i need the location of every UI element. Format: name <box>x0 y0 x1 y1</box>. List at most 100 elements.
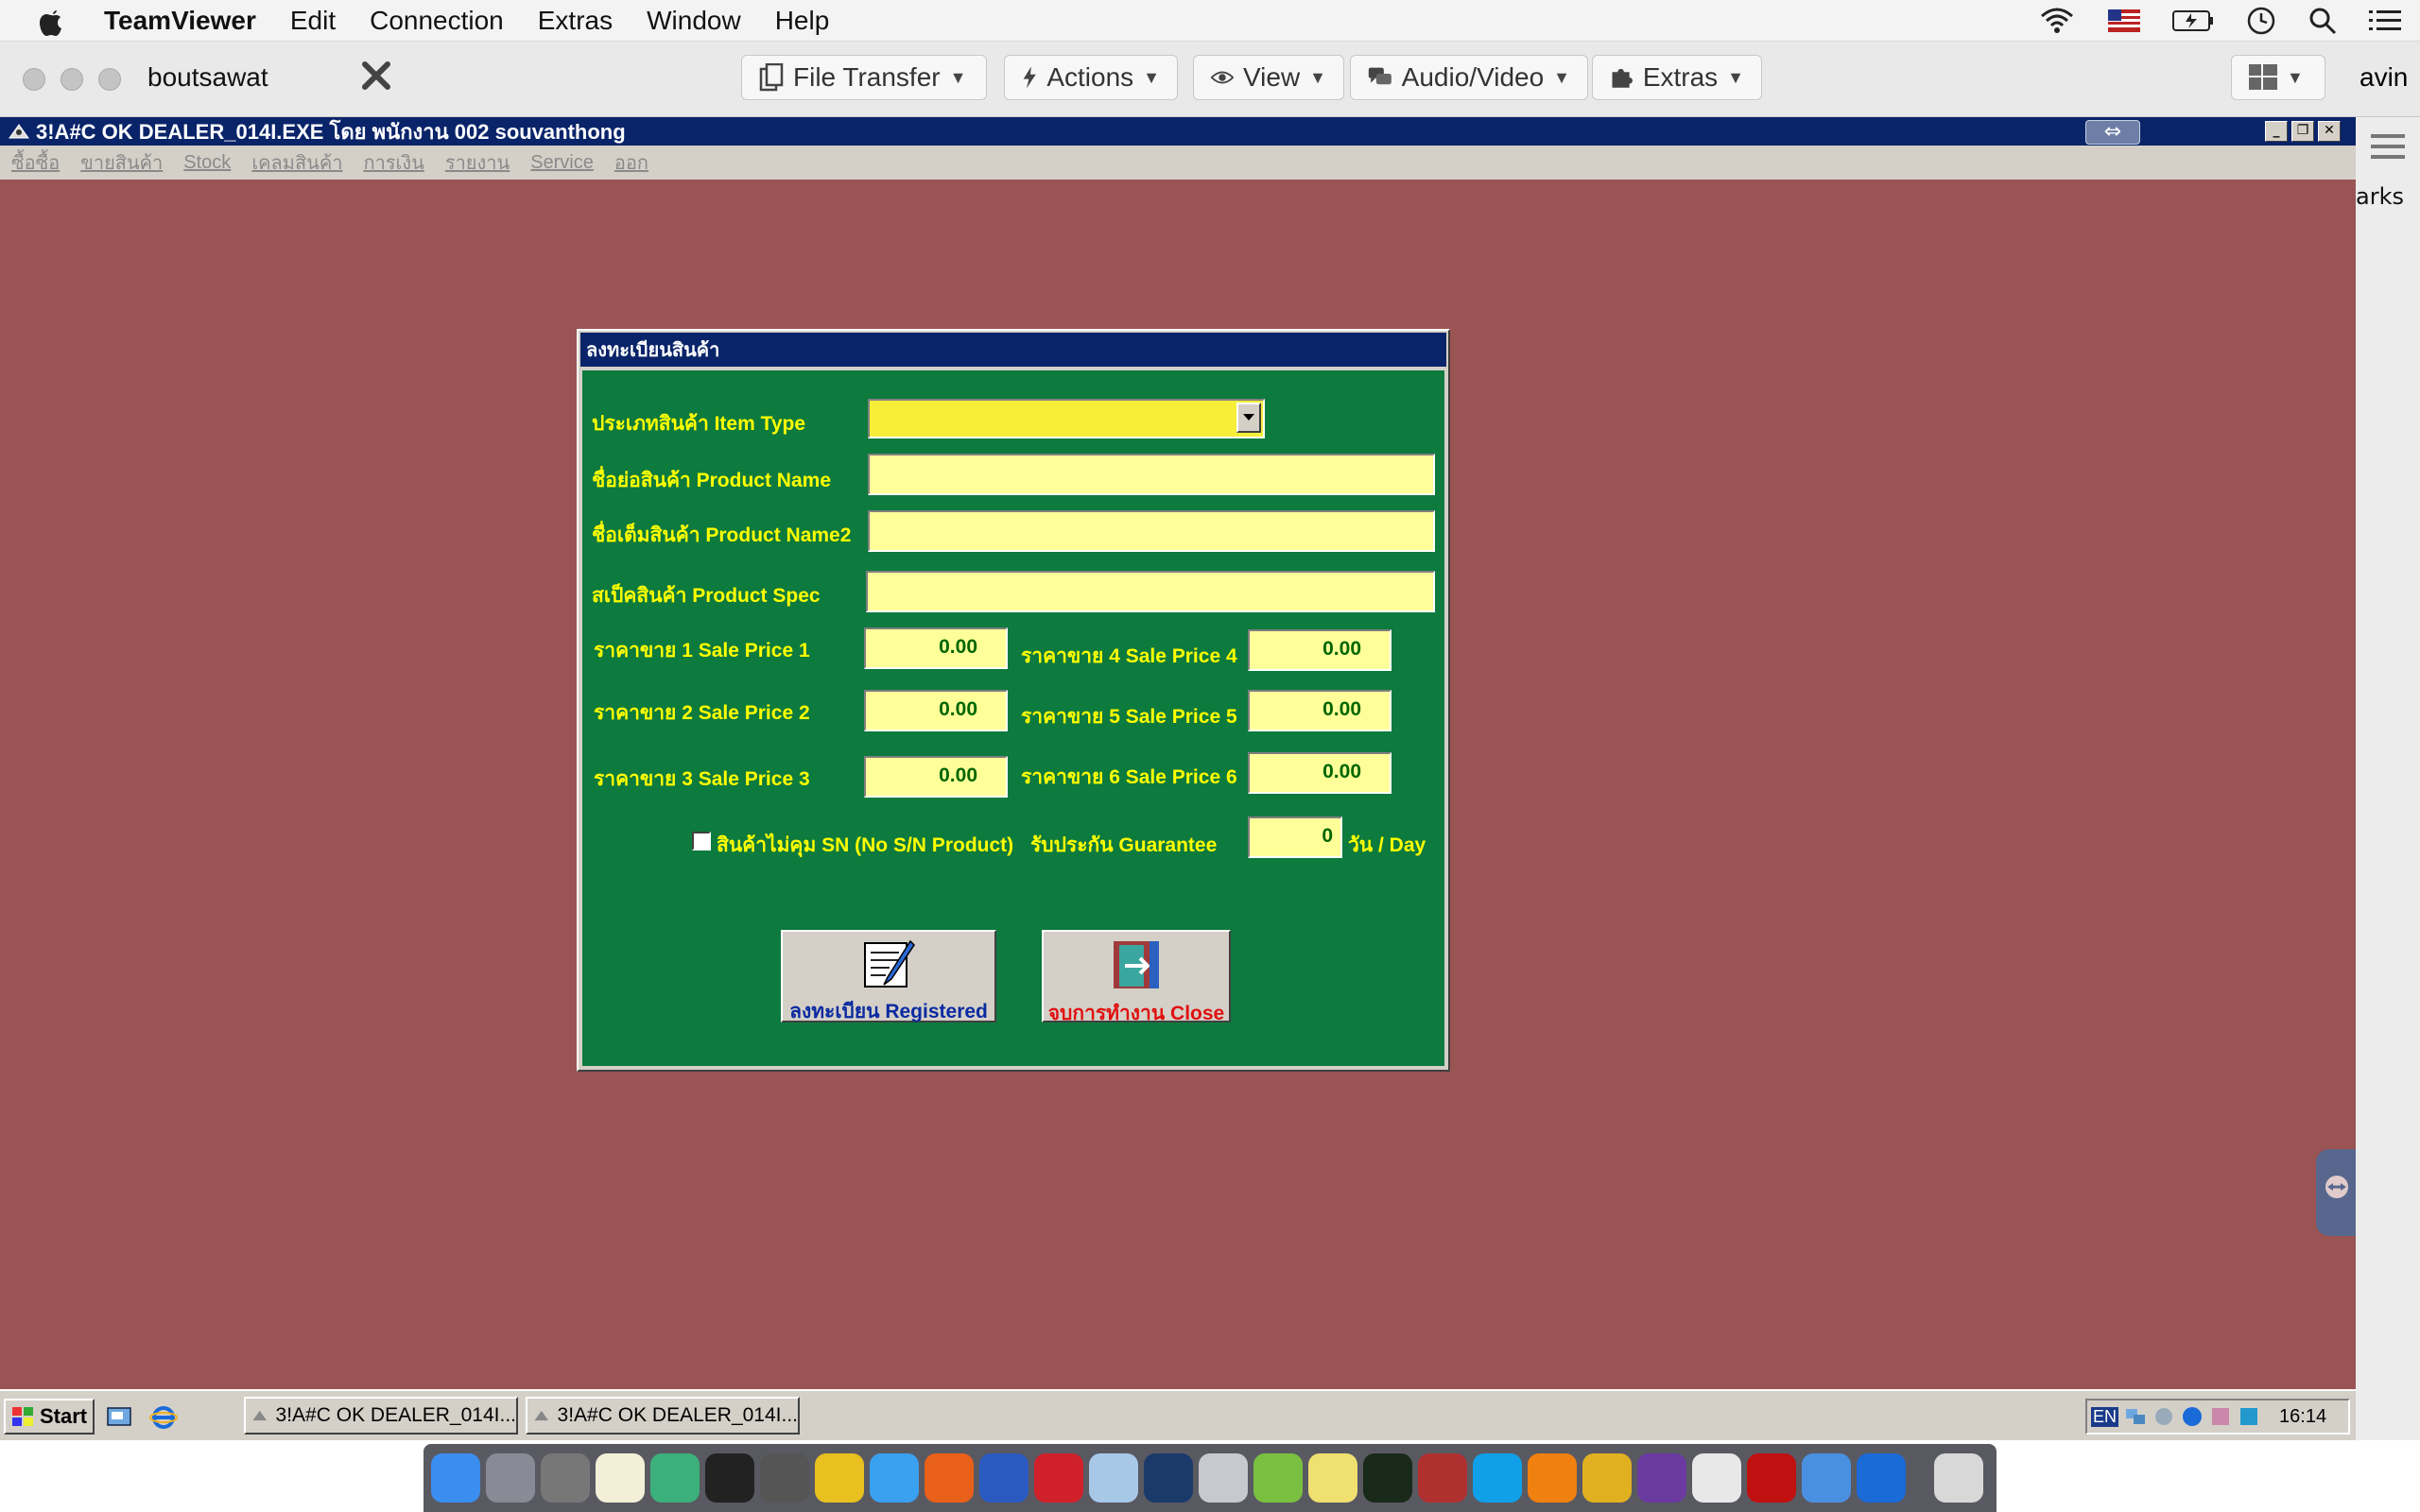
vlc-icon[interactable] <box>1528 1453 1577 1503</box>
app-menu-report[interactable]: รายงาน <box>445 147 510 178</box>
sale-price-1-input[interactable]: 0.00 <box>864 627 1008 669</box>
firefox-icon[interactable] <box>925 1453 974 1503</box>
search-icon[interactable] <box>2308 7 2337 35</box>
language-indicator[interactable]: EN <box>2091 1406 2119 1427</box>
safari-icon[interactable] <box>870 1453 919 1503</box>
product-spec-input[interactable] <box>866 571 1435 612</box>
file-transfer-button[interactable]: File Transfer ▼ <box>741 55 987 100</box>
internet-explorer-icon[interactable] <box>149 1404 178 1431</box>
tools-icon[interactable] <box>1582 1453 1632 1503</box>
system-tray: EN 16:14 <box>2085 1399 2350 1435</box>
trash-icon[interactable] <box>1934 1453 1983 1503</box>
dropdown-arrow-icon[interactable] <box>1236 403 1261 433</box>
product-name2-input[interactable] <box>868 510 1435 552</box>
sale-price-2-input[interactable]: 0.00 <box>864 690 1008 731</box>
chevron-down-icon: ▼ <box>1553 67 1570 87</box>
window-minimize-dot[interactable] <box>60 68 83 91</box>
remote-desktop-icon[interactable] <box>979 1453 1028 1503</box>
eye-icon <box>1211 71 1234 84</box>
extras-button[interactable]: Extras ▼ <box>1592 55 1762 100</box>
android-studio-icon[interactable] <box>1253 1453 1303 1503</box>
sale-price-4-input[interactable]: 0.00 <box>1248 629 1392 671</box>
tray-app-icon[interactable] <box>2152 1405 2175 1428</box>
chrome-icon[interactable] <box>815 1453 864 1503</box>
menu-connection[interactable]: Connection <box>370 6 504 36</box>
wifi-icon[interactable] <box>2038 7 2076 35</box>
notes-icon[interactable] <box>596 1453 645 1503</box>
github-icon[interactable] <box>1637 1453 1686 1503</box>
sequel-pro-icon[interactable] <box>760 1453 809 1503</box>
stickies-icon[interactable] <box>1308 1453 1357 1503</box>
close-session-icon[interactable] <box>357 57 395 94</box>
database-icon[interactable] <box>1199 1453 1248 1503</box>
app-menu-service[interactable]: Service <box>530 152 594 174</box>
us-flag-icon[interactable] <box>2108 9 2140 32</box>
system-preferences-icon[interactable] <box>541 1453 590 1503</box>
window-zoom-dot[interactable] <box>98 68 121 91</box>
teamviewer-side-tab[interactable] <box>2316 1149 2356 1236</box>
skype-icon[interactable] <box>1473 1453 1522 1503</box>
app-menu-finance[interactable]: การเงิน <box>363 147 424 178</box>
teamviewer-dock-icon[interactable] <box>1857 1453 1906 1503</box>
audio-video-button[interactable]: Audio/Video ▼ <box>1350 55 1588 100</box>
menu-extras[interactable]: Extras <box>538 6 613 36</box>
teamviewer-tray-icon[interactable] <box>2181 1405 2204 1428</box>
mysql-workbench-icon[interactable] <box>1144 1453 1193 1503</box>
actions-button[interactable]: Actions ▼ <box>1004 55 1178 100</box>
app-menu-exit[interactable]: ออก <box>614 147 648 178</box>
app-menu-purchase[interactable]: ซื้อซื้อ <box>11 147 60 178</box>
app-menu-sales[interactable]: ขายสินค้า <box>80 147 163 178</box>
start-button[interactable]: Start <box>4 1399 95 1435</box>
virtualbox-icon[interactable] <box>1089 1453 1138 1503</box>
taskbar-task-2[interactable]: 3!A#C OK DEALER_014I... <box>526 1397 800 1435</box>
opera-icon[interactable] <box>1034 1453 1083 1503</box>
status-area <box>2038 0 2401 42</box>
no-sn-checkbox[interactable] <box>692 832 711 850</box>
view-button[interactable]: View ▼ <box>1193 55 1344 100</box>
apple-icon[interactable] <box>38 5 66 37</box>
app-menu-stock[interactable]: Stock <box>183 152 231 174</box>
start-label: Start <box>40 1404 88 1428</box>
launchpad-icon[interactable] <box>486 1453 535 1503</box>
dictionary-icon[interactable] <box>1418 1453 1467 1503</box>
close-icon[interactable]: ✕ <box>2318 121 2341 142</box>
taskbar-task-1[interactable]: 3!A#C OK DEALER_014I... <box>244 1397 518 1435</box>
filezilla-icon[interactable] <box>1747 1453 1796 1503</box>
xcode-icon[interactable] <box>1802 1453 1851 1503</box>
app-menu-claim[interactable]: เคลมสินค้า <box>251 147 342 178</box>
finder-icon[interactable] <box>431 1453 480 1503</box>
chevron-down-icon: ▼ <box>1309 67 1326 87</box>
clock-icon[interactable] <box>2246 6 2276 36</box>
menu-app-name[interactable]: TeamViewer <box>104 6 256 36</box>
menu-window[interactable]: Window <box>647 6 741 36</box>
window-close-dot[interactable] <box>23 68 45 91</box>
item-type-select[interactable] <box>868 399 1265 438</box>
atom-icon[interactable] <box>650 1453 700 1503</box>
switch-sides-icon[interactable]: ⇔ <box>2085 120 2140 145</box>
sale-price-5-input[interactable]: 0.00 <box>1248 690 1392 731</box>
item-type-label: ประเภทสินค้า Item Type <box>592 413 806 435</box>
product-name-input[interactable] <box>868 454 1435 495</box>
list-icon[interactable] <box>2369 9 2401 33</box>
windows-menu-button[interactable]: ▼ <box>2231 55 2325 100</box>
mac-dock <box>424 1444 1996 1512</box>
menu-help[interactable]: Help <box>775 6 830 36</box>
menu-edit[interactable]: Edit <box>290 6 336 36</box>
sale-price-6-input[interactable]: 0.00 <box>1248 752 1392 794</box>
tray-app-icon[interactable] <box>2209 1405 2232 1428</box>
restore-icon[interactable]: ❐ <box>2291 121 2314 142</box>
activity-monitor-icon[interactable] <box>1363 1453 1412 1503</box>
wireless-diagnostics-icon[interactable] <box>1692 1453 1741 1503</box>
hamburger-icon[interactable] <box>2371 132 2405 161</box>
battery-icon[interactable] <box>2172 9 2214 32</box>
show-desktop-icon[interactable] <box>106 1404 132 1431</box>
remote-screen: 3!A#C OK DEALER_014I.EXE โดย พนักงาน 002… <box>0 117 2356 1440</box>
sale-price-3-input[interactable]: 0.00 <box>864 756 1008 798</box>
minimize-icon[interactable]: _ <box>2265 121 2288 142</box>
register-button[interactable]: ลงทะเบียน Registered <box>781 930 996 1022</box>
terminal-icon[interactable] <box>705 1453 754 1503</box>
guarantee-input[interactable]: 0 <box>1248 816 1342 858</box>
tray-app-icon[interactable] <box>2238 1405 2260 1428</box>
network-icon[interactable] <box>2124 1405 2147 1428</box>
close-button[interactable]: จบการทำงาน Close <box>1042 930 1231 1024</box>
